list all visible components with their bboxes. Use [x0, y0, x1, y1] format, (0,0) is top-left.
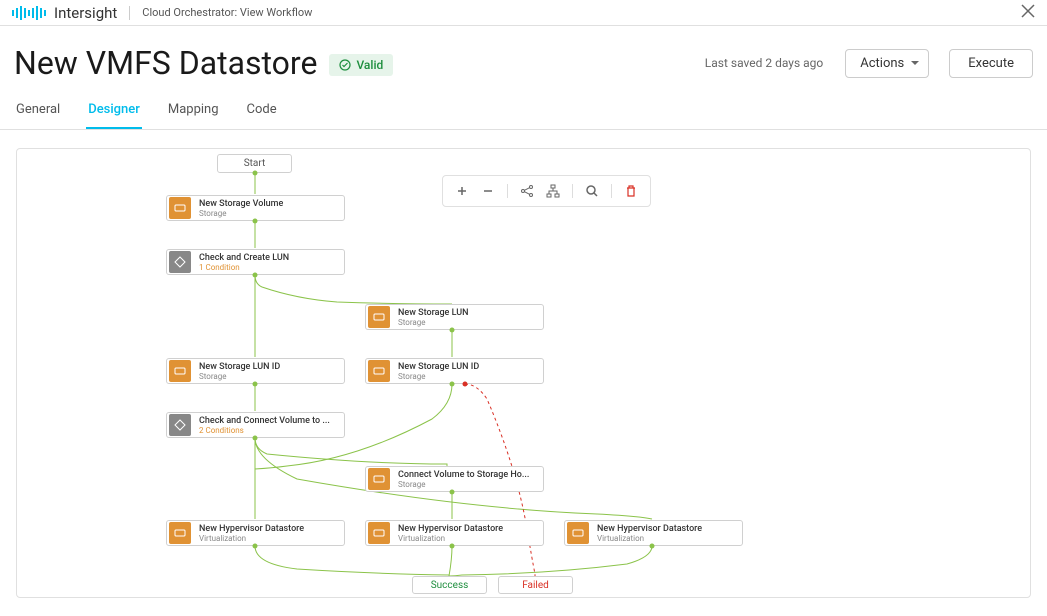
storage-icon — [169, 197, 191, 219]
storage-icon — [169, 360, 191, 382]
virtualization-icon — [567, 522, 589, 544]
task-new-storage-lun-id-left[interactable]: New Storage LUN IDStorage — [166, 358, 345, 384]
brand-name: Intersight — [54, 4, 117, 22]
title-bar: New VMFS Datastore Valid Last saved 2 da… — [0, 26, 1047, 92]
layout-icon[interactable] — [544, 182, 562, 200]
header-bar: Intersight Cloud Orchestrator: View Work… — [0, 0, 1047, 26]
tab-code[interactable]: Code — [245, 92, 279, 129]
task-new-storage-lun[interactable]: New Storage LUNStorage — [365, 304, 544, 330]
status-badge: Valid — [329, 54, 393, 76]
canvas-toolbar — [442, 175, 651, 207]
tab-bar: General Designer Mapping Code — [0, 92, 1047, 130]
zoom-in-icon[interactable] — [453, 182, 471, 200]
task-check-connect-volume[interactable]: Check and Connect Volume to ...2 Conditi… — [166, 412, 345, 438]
task-new-hypervisor-ds-2[interactable]: New Hypervisor DatastoreVirtualization — [365, 520, 544, 546]
execute-button[interactable]: Execute — [949, 49, 1033, 78]
last-saved-text: Last saved 2 days ago — [705, 56, 823, 70]
check-circle-icon — [339, 59, 351, 71]
storage-icon — [368, 468, 390, 490]
task-new-storage-lun-id-right[interactable]: New Storage LUN IDStorage — [365, 358, 544, 384]
close-button[interactable] — [1021, 3, 1035, 22]
virtualization-icon — [368, 522, 390, 544]
zoom-out-icon[interactable] — [479, 182, 497, 200]
condition-icon — [169, 251, 191, 273]
task-check-create-lun[interactable]: Check and Create LUN1 Condition — [166, 249, 345, 275]
delete-icon[interactable] — [622, 182, 640, 200]
storage-icon — [368, 360, 390, 382]
cisco-logo — [12, 6, 46, 20]
task-connect-volume[interactable]: Connect Volume to Storage Ho...Storage — [365, 466, 544, 492]
page-title: New VMFS Datastore — [14, 44, 317, 82]
task-new-hypervisor-ds-3[interactable]: New Hypervisor DatastoreVirtualization — [564, 520, 743, 546]
workflow-canvas[interactable]: Start New Storage VolumeStorage Check an… — [16, 148, 1031, 598]
task-new-hypervisor-ds-1[interactable]: New Hypervisor DatastoreVirtualization — [166, 520, 345, 546]
task-new-storage-volume[interactable]: New Storage VolumeStorage — [166, 195, 345, 221]
failed-node[interactable]: Failed — [498, 576, 573, 594]
storage-icon — [368, 306, 390, 328]
tab-general[interactable]: General — [14, 92, 62, 129]
tab-designer[interactable]: Designer — [86, 92, 142, 129]
condition-icon — [169, 414, 191, 436]
actions-dropdown[interactable]: Actions — [845, 49, 929, 78]
success-node[interactable]: Success — [412, 576, 487, 594]
search-icon[interactable] — [583, 182, 601, 200]
header-divider — [129, 6, 130, 20]
status-text: Valid — [356, 58, 383, 72]
tab-mapping[interactable]: Mapping — [166, 92, 221, 129]
share-icon[interactable] — [518, 182, 536, 200]
virtualization-icon — [169, 522, 191, 544]
breadcrumb: Cloud Orchestrator: View Workflow — [142, 6, 312, 19]
